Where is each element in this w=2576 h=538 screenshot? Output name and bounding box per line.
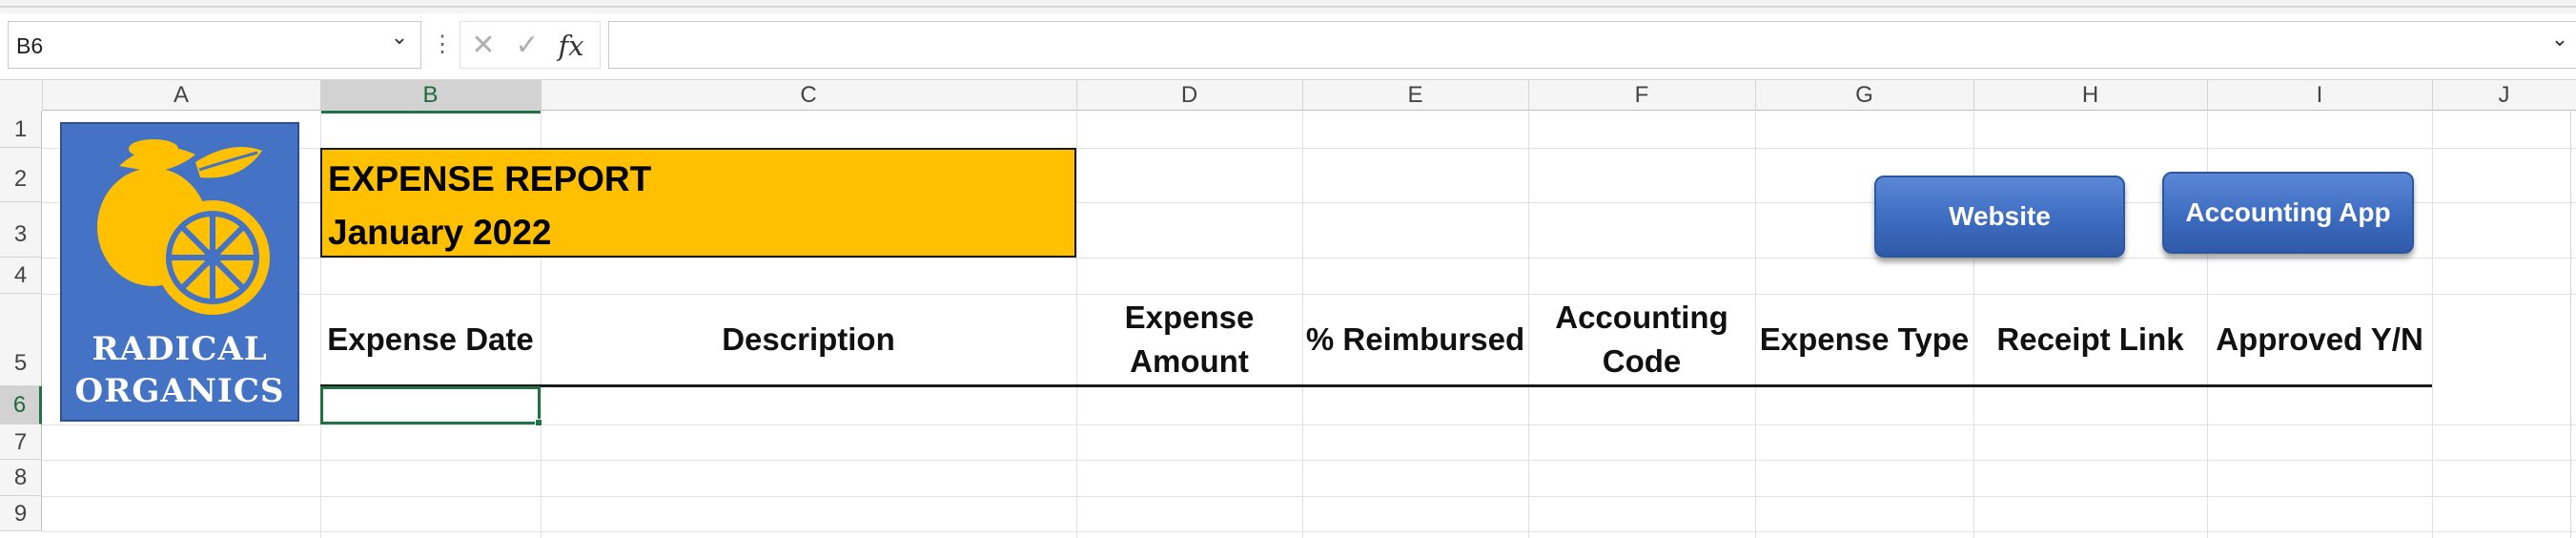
lemon-icon (97, 139, 270, 315)
row-header-6[interactable]: 6 (0, 386, 42, 424)
header-bottom-border (320, 384, 2432, 387)
header-expense-date[interactable]: Expense Date (320, 298, 541, 382)
header-expense-amount[interactable]: Expense Amount (1120, 298, 1258, 382)
gridline (42, 258, 2576, 259)
gridline (42, 424, 2576, 425)
gridline (1076, 111, 1077, 538)
column-header-e[interactable]: E (1302, 80, 1529, 111)
column-header-b[interactable]: B (320, 80, 542, 114)
row-header-2[interactable]: 2 (0, 148, 42, 202)
more-options-icon[interactable]: ⋮ (431, 33, 454, 63)
header-percent-reimbursed[interactable]: % Reimbursed (1302, 298, 1528, 382)
column-headers: A B C D E F G H I J (0, 80, 2576, 114)
gridline (42, 460, 2576, 461)
confirm-icon[interactable]: ✓ (508, 30, 546, 62)
gridline (42, 294, 2576, 295)
row-header-3[interactable]: 3 (0, 202, 42, 258)
report-period: January 2022 (328, 213, 552, 252)
active-cell[interactable] (320, 386, 541, 424)
select-all-corner[interactable] (0, 80, 43, 111)
column-header-g[interactable]: G (1755, 80, 1974, 111)
expand-formula-bar-icon[interactable]: ⌄ (2545, 23, 2574, 55)
gridline (1528, 111, 1529, 538)
column-header-h[interactable]: H (1973, 80, 2208, 111)
insert-function-icon[interactable]: fx (552, 30, 590, 62)
chevron-down-icon[interactable]: ⌄ (385, 23, 414, 52)
row-header-7[interactable]: 7 (0, 424, 42, 460)
column-header-c[interactable]: C (541, 80, 1077, 111)
column-header-d[interactable]: D (1076, 80, 1303, 111)
gridline (42, 496, 2576, 497)
row-header-4[interactable]: 4 (0, 258, 42, 294)
report-title: EXPENSE REPORT (328, 159, 652, 198)
header-expense-type[interactable]: Expense Type (1755, 298, 1973, 382)
gridline (2432, 111, 2433, 538)
gridline (2570, 111, 2571, 538)
name-box-value: B6 (16, 33, 44, 58)
column-header-a[interactable]: A (42, 80, 321, 111)
row-header-5[interactable]: 5 (0, 294, 42, 386)
accounting-app-button[interactable]: Accounting App (2162, 172, 2414, 254)
header-approved[interactable]: Approved Y/N (2207, 298, 2432, 382)
logo-text-line2: ORGANICS (74, 372, 285, 410)
logo-text-line1: RADICAL (92, 330, 268, 368)
window-top-divider (0, 6, 2576, 8)
cancel-icon[interactable]: ✕ (464, 30, 502, 62)
header-receipt-link[interactable]: Receipt Link (1973, 298, 2207, 382)
fill-handle[interactable] (535, 419, 542, 426)
formula-bar: B6 ⌄ ⋮ ✕ ✓ fx ⌄ (0, 13, 2576, 80)
column-header-i[interactable]: I (2207, 80, 2433, 111)
gridline (42, 531, 2576, 532)
header-description[interactable]: Description (541, 298, 1076, 382)
row-header-8[interactable]: 8 (0, 460, 42, 496)
report-title-block[interactable]: EXPENSE REPORT January 2022 (320, 148, 1076, 258)
column-header-j[interactable]: J (2432, 80, 2576, 111)
column-header-f[interactable]: F (1528, 80, 1756, 111)
formula-input[interactable] (608, 21, 2576, 69)
formula-buttons: ✕ ✓ fx (460, 21, 601, 69)
name-box[interactable]: B6 (8, 21, 421, 69)
row-header-9[interactable]: 9 (0, 496, 42, 531)
header-accounting-code[interactable]: Accounting Code (1551, 298, 1732, 382)
website-button[interactable]: Website (1874, 176, 2125, 258)
company-logo: RADICAL ORGANICS (60, 122, 299, 422)
row-header-1[interactable]: 1 (0, 111, 42, 148)
